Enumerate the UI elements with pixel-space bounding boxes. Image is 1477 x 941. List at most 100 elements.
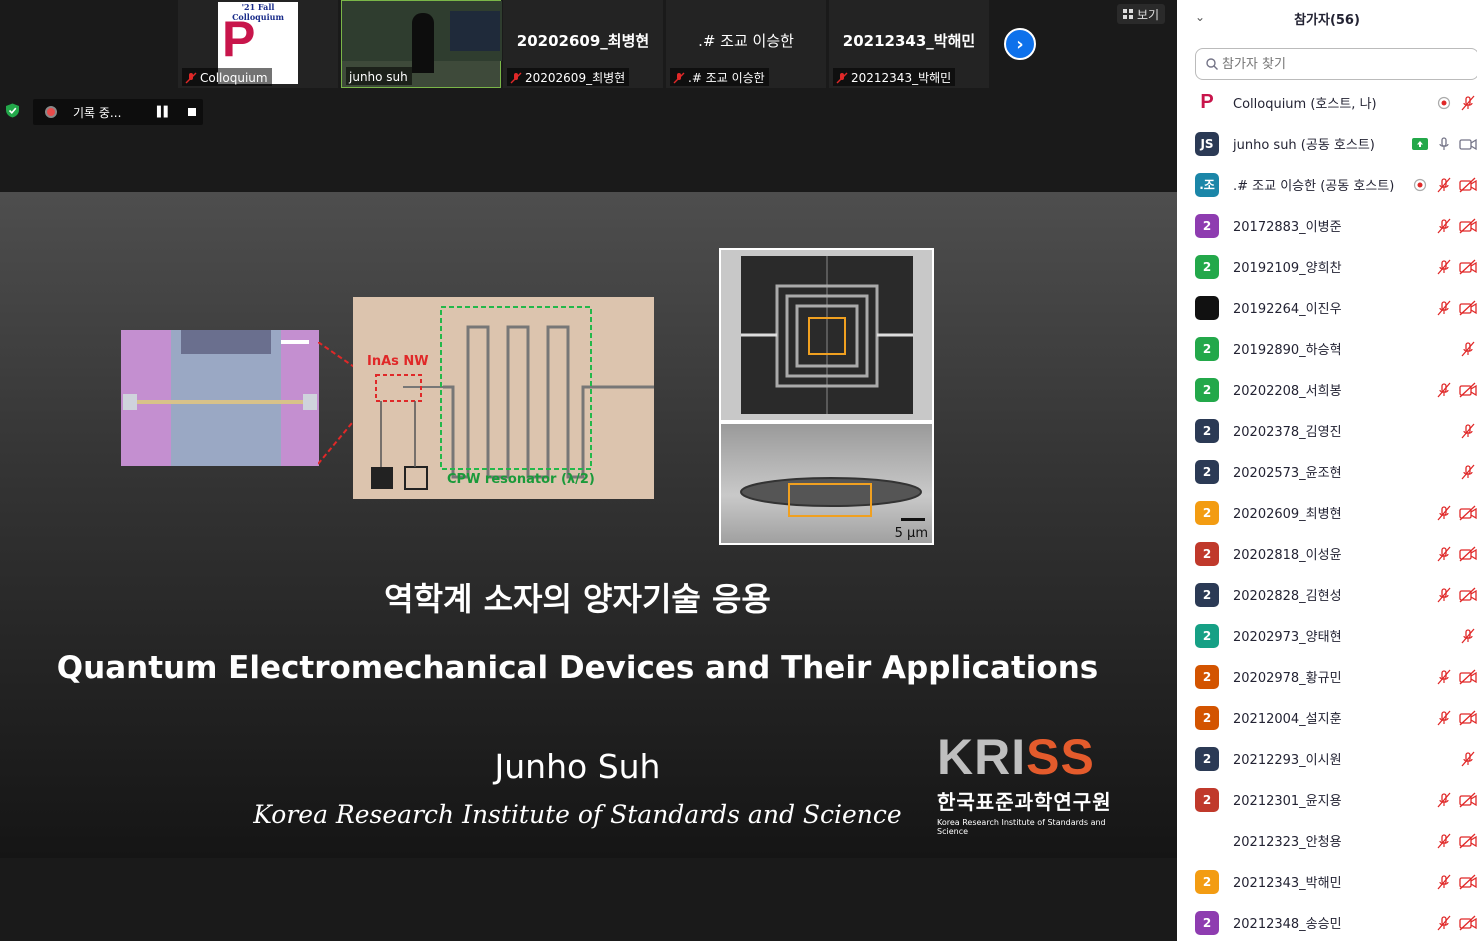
participant-row[interactable]: 2 20202978_황규민 [1177,656,1477,697]
mic-off-icon[interactable] [1435,832,1453,850]
participant-row[interactable]: 2 20192109_양희찬 [1177,246,1477,287]
participant-name: junho suh (공동 호스트) [1233,138,1375,153]
pause-recording-button[interactable]: ▌▌ [157,107,171,118]
slide-title-english: Quantum Electromechanical Devices and Th… [56,650,1099,686]
participant-row[interactable]: JS junho suh (공동 호스트) [1177,123,1477,164]
camera-off-icon[interactable] [1459,832,1477,850]
mic-off-icon[interactable] [1459,340,1477,358]
camera-off-icon[interactable] [1459,176,1477,194]
participant-search[interactable] [1195,48,1477,80]
mic-off-icon[interactable] [1435,668,1453,686]
mic-icon[interactable] [1435,135,1453,153]
participant-name: 20202818_이성윤 [1233,548,1342,563]
mic-off-icon[interactable] [1435,381,1453,399]
avatar: 2 [1195,541,1219,566]
mic-off-icon[interactable] [1435,709,1453,727]
participant-row[interactable]: 2 20202378_김영진 [1177,410,1477,451]
camera-off-icon[interactable] [1459,299,1477,317]
participant-row[interactable]: 20192264_이진우 [1177,287,1477,328]
participant-row[interactable]: 2 20212301_윤지용 [1177,779,1477,820]
video-tile-participant[interactable]: 20212343_박해민 20212343_박해민 [829,0,989,88]
participant-row[interactable]: 2 20202573_윤조현 [1177,451,1477,492]
participant-status-icons [1435,258,1477,276]
participant-status-icons [1435,832,1477,850]
search-input[interactable] [1222,56,1422,72]
mic-off-icon[interactable] [1459,750,1477,768]
participant-row[interactable]: 2 20212004_설지훈 [1177,697,1477,738]
participants-header: ⌄ 참가자(56) [1177,0,1477,34]
camera-off-icon[interactable] [1459,709,1477,727]
camera-off-icon[interactable] [1459,586,1477,604]
camera-off-icon[interactable] [1459,873,1477,891]
avatar: 2 [1195,418,1219,443]
participant-name: 20212293_이시원 [1233,753,1342,768]
label-inas-nw: InAs NW [367,354,429,369]
kriss-english-name: Korea Research Institute of Standards an… [937,818,1106,836]
participant-status-icons [1459,422,1477,440]
camera-off-icon[interactable] [1459,914,1477,932]
camera-off-icon[interactable] [1459,217,1477,235]
participant-row[interactable]: .조 .# 조교 이승한 (공동 호스트) [1177,164,1477,205]
participant-row[interactable]: 2 20202609_최병현 [1177,492,1477,533]
participant-status-icons [1459,627,1477,645]
shield-icon[interactable] [5,103,20,118]
mic-off-icon[interactable] [1459,463,1477,481]
stop-recording-button[interactable] [188,108,197,116]
camera-off-icon[interactable] [1459,504,1477,522]
video-tile-colloquium[interactable]: '21 Fall Colloquium P Colloquium [178,0,338,88]
label-cpw-resonator: CPW resonator (λ/2) [447,472,595,487]
tile-label: 20212343_박해민 [833,68,956,86]
mic-off-icon[interactable] [1435,791,1453,809]
participant-row[interactable]: 2 20202208_서희봉 [1177,369,1477,410]
membrane-drawing [741,256,913,414]
mic-off-icon[interactable] [1435,586,1453,604]
participant-row[interactable]: 2 20212348_송승민 [1177,902,1477,941]
participant-row[interactable]: 2 20212343_박해민 [1177,861,1477,902]
participant-row[interactable]: 2 20202828_김현성 [1177,574,1477,615]
mic-off-icon[interactable] [1435,217,1453,235]
participant-row[interactable]: 20212323_안청용 [1177,820,1477,861]
slide-title-korean: 역학계 소자의 양자기술 응용 [384,580,771,618]
video-tile-participant[interactable]: .# 조교 이승한 .# 조교 이승한 [666,0,826,88]
mic-off-icon[interactable] [1459,627,1477,645]
tile-name: 20212343_박해민 [851,71,952,85]
tile-name: junho suh [349,69,408,84]
participant-status-icons [1435,504,1477,522]
mic-off-icon[interactable] [1435,299,1453,317]
sem-image-membrane: 5 μm [719,248,934,545]
participant-row[interactable]: 2 20202818_이성윤 [1177,533,1477,574]
video-tile-junho-suh[interactable]: junho suh [341,0,502,88]
next-page-button[interactable]: › [1004,28,1036,60]
mic-off-icon[interactable] [1435,176,1453,194]
mic-off-icon[interactable] [1435,873,1453,891]
mic-off-icon[interactable] [1435,545,1453,563]
tile-name: Colloquium [200,70,268,85]
avatar: 2 [1195,500,1219,525]
participant-status-icons [1435,545,1477,563]
participant-row[interactable]: 2 20172883_이병준 [1177,205,1477,246]
avatar: 2 [1195,336,1219,361]
mic-off-icon[interactable] [1435,258,1453,276]
participant-status-icons [1459,463,1477,481]
camera-icon[interactable] [1459,135,1477,153]
view-button[interactable]: 보기 [1117,4,1166,24]
participant-name: 20212301_윤지용 [1233,794,1342,809]
camera-off-icon[interactable] [1459,668,1477,686]
video-tile-participant[interactable]: 20202609_최병현 20202609_최병현 [503,0,663,88]
mic-off-icon[interactable] [1435,504,1453,522]
participant-name: 20202208_서희봉 [1233,384,1342,399]
sem-scale-bar [281,340,309,344]
camera-off-icon[interactable] [1459,258,1477,276]
camera-off-icon[interactable] [1459,381,1477,399]
mic-off-icon[interactable] [1459,94,1477,112]
participant-status-icons [1435,791,1477,809]
mic-off-icon[interactable] [1459,422,1477,440]
camera-off-icon[interactable] [1459,545,1477,563]
participant-row[interactable]: 2 20212293_이시원 [1177,738,1477,779]
participant-row[interactable]: 2 20192890_하승혁 [1177,328,1477,369]
logo-p-letter: P [222,11,256,67]
camera-off-icon[interactable] [1459,791,1477,809]
participant-row[interactable]: P Colloquium (호스트, 나) [1177,82,1477,123]
mic-off-icon[interactable] [1435,914,1453,932]
participant-row[interactable]: 2 20202973_양태현 [1177,615,1477,656]
